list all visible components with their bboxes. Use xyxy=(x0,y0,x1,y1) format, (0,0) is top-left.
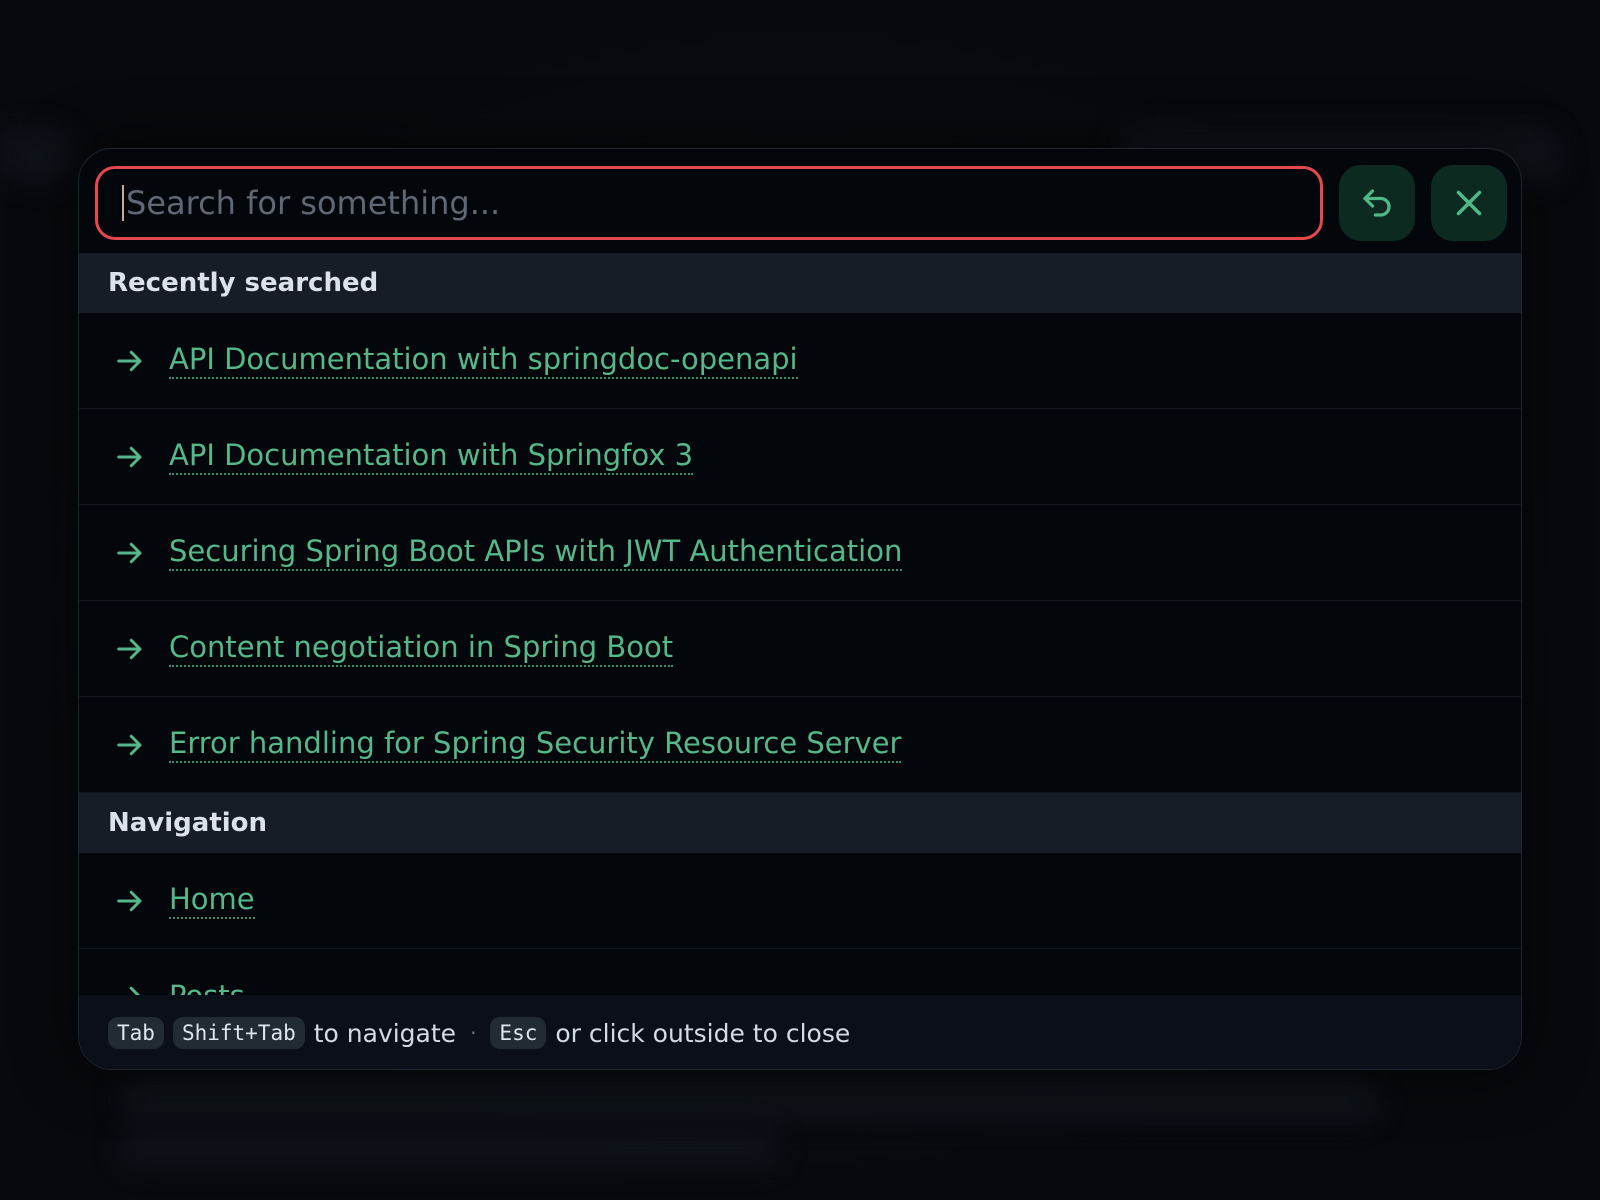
arrow-right-icon xyxy=(117,890,142,911)
arrow-right-icon xyxy=(129,986,141,995)
result-link[interactable]: Home xyxy=(169,882,255,919)
result-link[interactable]: Securing Spring Boot APIs with JWT Authe… xyxy=(169,534,903,571)
blurred-header-left xyxy=(0,130,70,180)
result-link[interactable]: Posts xyxy=(169,979,245,995)
arrow-right-icon xyxy=(117,734,142,755)
list-item[interactable]: Securing Spring Boot APIs with JWT Authe… xyxy=(79,505,1521,601)
close-button[interactable] xyxy=(1431,165,1507,241)
result-link[interactable]: API Documentation with Springfox 3 xyxy=(169,438,694,475)
list-item[interactable]: Posts xyxy=(79,949,1521,995)
keyboard-hint-footer: Tab Shift+Tab to navigate · Esc or click… xyxy=(79,995,1521,1069)
navigate-hint: to navigate xyxy=(313,1018,457,1048)
result-link[interactable]: Error handling for Spring Security Resou… xyxy=(169,726,902,763)
close-icon xyxy=(1456,190,1482,216)
list-item[interactable]: Home xyxy=(79,853,1521,949)
search-bar xyxy=(95,165,1507,241)
kbd-esc: Esc xyxy=(490,1017,547,1049)
back-button[interactable] xyxy=(1339,165,1416,241)
text-caret xyxy=(122,185,124,221)
section-header-recent: Recently searched xyxy=(79,253,1521,313)
search-box[interactable] xyxy=(95,166,1324,240)
arrow-right-icon xyxy=(117,446,142,467)
blurred-content-line xyxy=(120,1130,780,1166)
list-item[interactable]: Error handling for Spring Security Resou… xyxy=(79,697,1521,793)
separator-dot: · xyxy=(470,1021,477,1045)
arrow-right-icon xyxy=(117,542,142,563)
result-link[interactable]: API Documentation with springdoc-openapi xyxy=(169,342,798,379)
close-hint: or click outside to close xyxy=(555,1018,851,1048)
undo-icon xyxy=(1363,189,1391,217)
arrow-right-icon xyxy=(117,638,142,659)
list-item[interactable]: API Documentation with springdoc-openapi xyxy=(79,313,1521,409)
kbd-shift-tab: Shift+Tab xyxy=(172,1017,305,1049)
arrow-right-icon xyxy=(117,350,142,371)
blurred-content-line xyxy=(120,1080,1380,1120)
results-list[interactable]: Recently searched API Documentation with… xyxy=(79,253,1521,995)
search-input[interactable] xyxy=(126,169,1321,237)
list-item[interactable]: Content negotiation in Spring Boot xyxy=(79,601,1521,697)
section-header-navigation: Navigation xyxy=(79,793,1521,853)
kbd-tab: Tab xyxy=(108,1017,164,1049)
list-item[interactable]: API Documentation with Springfox 3 xyxy=(79,409,1521,505)
search-modal: Recently searched API Documentation with… xyxy=(78,148,1522,1070)
result-link[interactable]: Content negotiation in Spring Boot xyxy=(169,630,674,667)
